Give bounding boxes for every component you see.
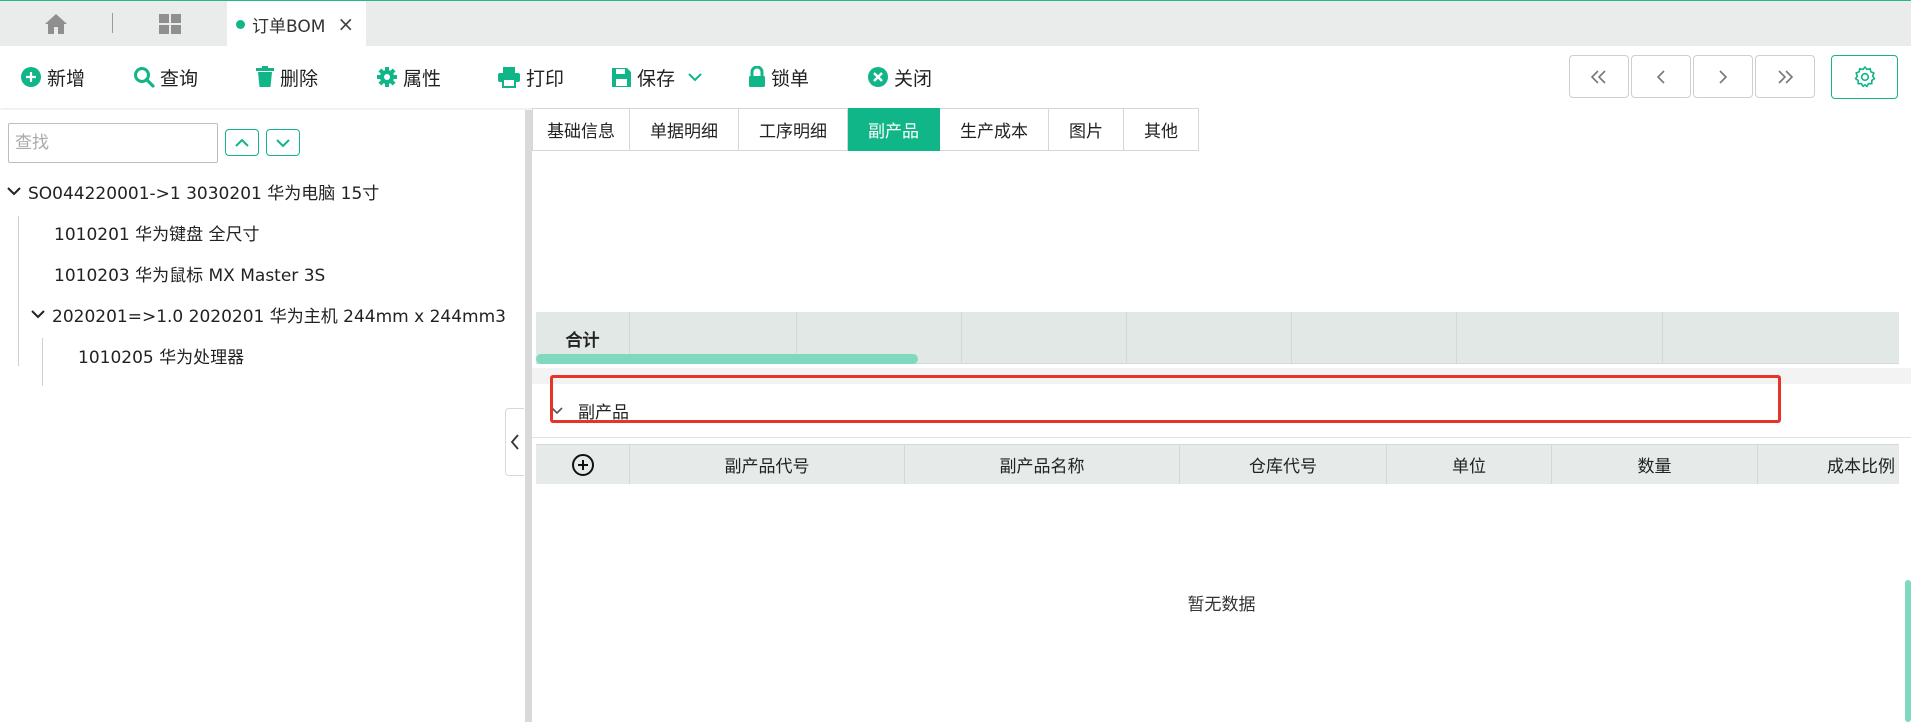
search-icon <box>133 66 155 88</box>
vertical-scrollbar[interactable] <box>1905 580 1911 722</box>
previous-record-button[interactable] <box>1631 55 1691 98</box>
properties-button[interactable]: 属性 <box>376 64 441 90</box>
tab-order-bom[interactable]: 订单BOM × <box>227 1 366 47</box>
search-previous-button[interactable] <box>225 129 259 156</box>
search-next-button[interactable] <box>266 129 300 156</box>
column-header[interactable]: 副产品名称 <box>905 445 1180 484</box>
tab-production-cost[interactable]: 生产成本 <box>940 108 1049 151</box>
lock-label: 锁单 <box>771 67 810 90</box>
tab-images[interactable]: 图片 <box>1049 108 1124 151</box>
close-label: 关闭 <box>894 67 933 90</box>
tree-node-label: 2020201=>1.0 2020201 华为主机 244mm x 244mm3 <box>52 306 506 327</box>
settings-button[interactable] <box>1831 55 1898 99</box>
trash-icon <box>255 66 275 88</box>
tree-root-node[interactable]: SO044220001->1 3030201 华为电脑 15寸 <box>6 176 379 206</box>
chevron-down-icon[interactable] <box>687 72 703 82</box>
summary-cell <box>1292 312 1457 364</box>
column-header[interactable]: 单位 <box>1387 445 1552 484</box>
close-circle-icon <box>867 66 889 88</box>
summary-cell <box>1457 312 1663 364</box>
chevron-down-icon[interactable] <box>6 186 22 196</box>
lock-button[interactable]: 锁单 <box>748 64 809 90</box>
column-header[interactable]: 副产品代号 <box>630 445 905 484</box>
close-tab-icon[interactable]: × <box>337 12 354 36</box>
query-label: 查询 <box>160 67 199 90</box>
tree-guide-line <box>18 216 19 366</box>
tree-node-label: 1010203 华为鼠标 MX Master 3S <box>54 265 326 286</box>
tree-node[interactable]: 1010203 华为鼠标 MX Master 3S <box>54 258 325 288</box>
first-record-button[interactable] <box>1569 55 1629 98</box>
plus-circle-outline-icon <box>571 453 595 477</box>
tab-document-details[interactable]: 单据明细 <box>630 108 739 151</box>
home-icon <box>44 13 68 35</box>
top-tab-bar: 订单BOM × <box>0 0 1911 47</box>
tab-basic-info[interactable]: 基础信息 <box>532 108 630 151</box>
column-header[interactable]: 成本比例 <box>1758 445 1899 484</box>
close-button[interactable]: 关闭 <box>867 64 932 90</box>
highlight-box <box>550 375 1781 423</box>
tab-label: 订单BOM <box>252 16 326 37</box>
chevron-left-icon <box>1655 69 1667 85</box>
printer-icon <box>497 66 521 88</box>
save-label: 保存 <box>637 67 676 90</box>
floppy-disk-icon <box>611 67 632 88</box>
content-tabs: 基础信息 单据明细 工序明细 副产品 生产成本 图片 其他 <box>532 108 1199 151</box>
active-dot-icon <box>236 19 245 29</box>
horizontal-scrollbar[interactable] <box>536 354 918 364</box>
chevron-right-icon <box>1717 69 1729 85</box>
chevron-up-icon <box>234 138 250 148</box>
tab-by-products[interactable]: 副产品 <box>848 108 940 151</box>
column-header[interactable]: 数量 <box>1552 445 1758 484</box>
tree-node-label: 1010205 华为处理器 <box>78 347 245 368</box>
plus-circle-icon <box>20 66 42 88</box>
next-record-button[interactable] <box>1693 55 1753 98</box>
gear-outline-icon <box>1853 65 1877 89</box>
gear-icon <box>376 66 398 88</box>
print-button[interactable]: 打印 <box>497 64 564 90</box>
home-tab[interactable] <box>0 1 112 46</box>
collapse-panel-button[interactable] <box>505 408 524 476</box>
query-button[interactable]: 查询 <box>133 64 198 90</box>
tree-panel: SO044220001->1 3030201 华为电脑 15寸 1010201 … <box>0 110 525 722</box>
tab-process-details[interactable]: 工序明细 <box>739 108 848 151</box>
tree-node[interactable]: 2020201=>1.0 2020201 华为主机 244mm x 244mm3 <box>30 299 506 329</box>
tree-node[interactable]: 1010201 华为键盘 全尺寸 <box>54 217 260 247</box>
last-record-button[interactable] <box>1755 55 1815 98</box>
tree-node[interactable]: 1010205 华为处理器 <box>78 340 244 370</box>
summary-cell <box>962 312 1127 364</box>
add-row-button[interactable] <box>536 445 630 484</box>
by-products-grid-header: 副产品代号 副产品名称 仓库代号 单位 数量 成本比例 <box>536 444 1899 484</box>
add-label: 新增 <box>47 67 86 90</box>
delete-button[interactable]: 删除 <box>255 64 318 90</box>
tree-search-input[interactable] <box>8 123 218 163</box>
panel-splitter[interactable] <box>525 110 532 722</box>
chevron-down-icon <box>275 138 291 148</box>
empty-state-text: 暂无数据 <box>1187 595 1256 615</box>
tree-node-label: 1010201 华为键盘 全尺寸 <box>54 224 260 245</box>
delete-label: 删除 <box>280 67 319 90</box>
grid-icon <box>158 13 182 35</box>
tab-separator <box>112 13 113 33</box>
save-button[interactable]: 保存 <box>611 64 708 90</box>
summary-cell <box>1663 312 1799 364</box>
properties-label: 属性 <box>403 67 442 90</box>
tree-guide-line <box>42 338 43 386</box>
apps-tab[interactable] <box>114 1 226 46</box>
double-chevron-left-icon <box>1589 69 1609 85</box>
add-button[interactable]: 新增 <box>20 64 85 90</box>
column-header[interactable]: 仓库代号 <box>1180 445 1387 484</box>
summary-cell <box>1127 312 1292 364</box>
chevron-left-icon <box>510 433 520 451</box>
tab-other[interactable]: 其他 <box>1124 108 1199 151</box>
lock-icon <box>748 66 766 88</box>
toolbar: 新增 查询 删除 属性 打印 保存 锁单 关闭 <box>0 46 1911 108</box>
tree-node-label: SO044220001->1 3030201 华为电脑 15寸 <box>28 183 380 204</box>
chevron-down-icon[interactable] <box>30 309 46 319</box>
print-label: 打印 <box>526 67 565 90</box>
double-chevron-right-icon <box>1775 69 1795 85</box>
